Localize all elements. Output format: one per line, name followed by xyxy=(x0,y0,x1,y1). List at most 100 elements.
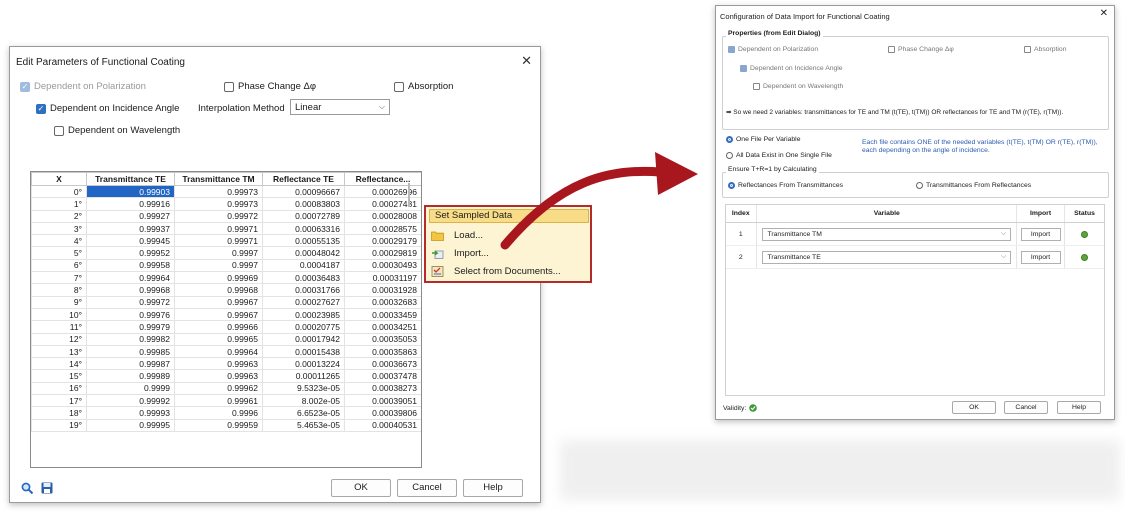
table-cell[interactable]: 0.99903 xyxy=(86,184,175,199)
table-cell[interactable]: 8° xyxy=(31,283,87,297)
table-cell[interactable]: 0.00011265 xyxy=(262,369,345,383)
table-cell[interactable]: 0.99992 xyxy=(86,394,175,408)
table-cell[interactable]: 0.00031766 xyxy=(262,283,345,297)
menu-item-select-documents[interactable]: Select from Documents... xyxy=(426,264,590,278)
table-cell[interactable]: 12° xyxy=(31,332,87,346)
close-icon[interactable]: ✕ xyxy=(521,53,532,69)
table-cell[interactable]: 0.00036673 xyxy=(344,357,421,371)
table-row[interactable]: 17° 0.99992 0.99961 8.002e-05 0.00039051 xyxy=(31,394,421,408)
table-cell[interactable]: 0.00035863 xyxy=(344,344,421,359)
table-row[interactable]: 16° 0.9999 0.99962 9.5323e-05 0.00038273 xyxy=(31,381,421,396)
table-cell[interactable]: 11° xyxy=(31,320,87,334)
table-cell[interactable]: 0.00096667 xyxy=(262,184,345,199)
table-cell[interactable]: 3° xyxy=(31,221,87,236)
table-cell[interactable]: 0.99972 xyxy=(174,209,263,223)
table-cell[interactable]: 0.00040531 xyxy=(344,418,421,432)
table-cell[interactable]: 0.99967 xyxy=(174,295,263,309)
table-cell[interactable]: 0.00023985 xyxy=(262,307,345,322)
table-cell[interactable]: 0.00072789 xyxy=(262,209,345,223)
table-cell[interactable]: 7° xyxy=(31,271,87,285)
table-cell[interactable]: 2° xyxy=(31,209,87,223)
table-cell[interactable]: 0.99982 xyxy=(86,332,175,346)
table-row[interactable]: 12° 0.99982 0.99965 0.00017942 0.00035053 xyxy=(31,332,421,346)
table-cell[interactable]: 19° xyxy=(31,418,87,432)
table-cell[interactable]: 0.00031197 xyxy=(344,271,421,285)
ok-button[interactable]: OK xyxy=(952,401,996,414)
table-cell[interactable]: 0.99963 xyxy=(174,357,263,371)
table-row[interactable]: 19° 0.99995 0.99959 5.4653e-05 0.00040531 xyxy=(31,418,421,432)
table-row[interactable]: 6° 0.99958 0.9997 0.0004187 0.00030493 xyxy=(31,258,421,273)
table-cell[interactable]: 0.99965 xyxy=(174,332,263,346)
refl-from-trans-radio[interactable]: Reflectances From Transmittances xyxy=(728,182,843,189)
cancel-button[interactable]: Cancel xyxy=(1004,401,1048,414)
table-cell[interactable]: 0.00037478 xyxy=(344,369,421,383)
table-cell[interactable]: 0.99971 xyxy=(174,234,263,248)
table-cell[interactable]: 0.99937 xyxy=(86,221,175,236)
dep-wavelength-checkbox[interactable]: Dependent on Wavelength xyxy=(54,125,180,136)
table-row[interactable]: 14° 0.99987 0.99963 0.00013224 0.00036673 xyxy=(31,357,421,371)
table-cell[interactable]: 0.00048042 xyxy=(262,246,345,260)
table-cell[interactable]: 14° xyxy=(31,357,87,371)
table-cell[interactable]: 0.9996 xyxy=(174,406,263,420)
table-cell[interactable]: 0.00034251 xyxy=(344,320,421,334)
table-row[interactable]: 2° 0.99927 0.99972 0.00072789 0.00028008 xyxy=(31,209,421,223)
table-cell[interactable]: 0.00017942 xyxy=(262,332,345,346)
table-cell[interactable]: 0.00029819 xyxy=(344,246,421,260)
table-row[interactable]: 18° 0.99993 0.9996 6.6523e-05 0.00039806 xyxy=(31,406,421,420)
table-cell[interactable]: 0.99968 xyxy=(86,283,175,297)
absorption-checkbox[interactable]: Absorption xyxy=(394,81,453,92)
table-cell[interactable]: 0.99972 xyxy=(86,295,175,309)
cancel-button[interactable]: Cancel xyxy=(397,479,457,497)
table-cell[interactable]: 0.00028575 xyxy=(344,221,421,236)
table-row[interactable]: 15° 0.99989 0.99963 0.00011265 0.00037478 xyxy=(31,369,421,383)
table-cell[interactable]: 0.00035053 xyxy=(344,332,421,346)
table-cell[interactable]: 5.4653e-05 xyxy=(262,418,345,432)
table-row[interactable]: 10° 0.99976 0.99967 0.00023985 0.00033459 xyxy=(31,307,421,322)
phase-change-checkbox[interactable]: Phase Change Δφ xyxy=(224,81,316,92)
table-cell[interactable]: 15° xyxy=(31,369,87,383)
table-cell[interactable]: 0.00039806 xyxy=(344,406,421,420)
table-row[interactable]: 7° 0.99964 0.99969 0.00036483 0.00031197 xyxy=(31,271,421,285)
column-header[interactable]: Transmittance TE xyxy=(86,172,175,186)
table-row[interactable]: 11° 0.99979 0.99966 0.00020775 0.00034251 xyxy=(31,320,421,334)
table-cell[interactable]: 0.99968 xyxy=(174,283,263,297)
table-row[interactable]: 9° 0.99972 0.99967 0.00027627 0.00032683 xyxy=(31,295,421,309)
table-cell[interactable]: 4° xyxy=(31,234,87,248)
search-icon[interactable] xyxy=(20,481,34,495)
import-button[interactable]: Import xyxy=(1020,250,1061,264)
help-button[interactable]: Help xyxy=(463,479,523,497)
table-cell[interactable]: 9° xyxy=(31,295,87,309)
scrollbar[interactable] xyxy=(408,183,410,207)
variable-select[interactable]: Transmittance TE ⌵ xyxy=(762,250,1012,264)
table-cell[interactable]: 0.99958 xyxy=(86,258,175,273)
help-button[interactable]: Help xyxy=(1057,401,1101,414)
table-cell[interactable]: 0.00013224 xyxy=(262,357,345,371)
table-cell[interactable]: 0.00083803 xyxy=(262,197,345,211)
column-header[interactable]: X xyxy=(31,172,87,186)
table-cell[interactable]: 0.9999 xyxy=(86,381,175,396)
table-cell[interactable]: 1° xyxy=(31,197,87,211)
table-cell[interactable]: 0.99987 xyxy=(86,357,175,371)
table-cell[interactable]: 0.99959 xyxy=(174,418,263,432)
import-button[interactable]: Import xyxy=(1020,227,1061,241)
table-row[interactable]: 5° 0.99952 0.9997 0.00048042 0.00029819 xyxy=(31,246,421,260)
table-cell[interactable]: 0.00039051 xyxy=(344,394,421,408)
all-data-radio[interactable]: All Data Exist in One Single File xyxy=(726,152,832,159)
table-cell[interactable]: 0.00030493 xyxy=(344,258,421,273)
table-row[interactable]: 1° 0.99916 0.99973 0.00083803 0.00027481 xyxy=(31,197,421,211)
table-cell[interactable]: 0.9997 xyxy=(174,258,263,273)
table-cell[interactable]: 0.00028008 xyxy=(344,209,421,223)
table-cell[interactable]: 0.99976 xyxy=(86,307,175,322)
table-cell[interactable]: 0.99966 xyxy=(174,320,263,334)
column-header[interactable]: Transmittance TM xyxy=(174,172,263,186)
table-cell[interactable]: 0.99964 xyxy=(174,344,263,359)
table-cell[interactable]: 18° xyxy=(31,406,87,420)
data-grid[interactable]: X Transmittance TE Transmittance TM Reflect… xyxy=(30,171,422,468)
table-cell[interactable]: 0.99985 xyxy=(86,344,175,359)
table-cell[interactable]: 0° xyxy=(31,184,87,199)
table-cell[interactable]: 16° xyxy=(31,381,87,396)
table-row[interactable]: 4° 0.99945 0.99971 0.00055135 0.00029179 xyxy=(31,234,421,248)
table-cell[interactable]: 0.99973 xyxy=(174,184,263,199)
table-cell[interactable]: 8.002e-05 xyxy=(262,394,345,408)
table-cell[interactable]: 0.00015438 xyxy=(262,344,345,359)
